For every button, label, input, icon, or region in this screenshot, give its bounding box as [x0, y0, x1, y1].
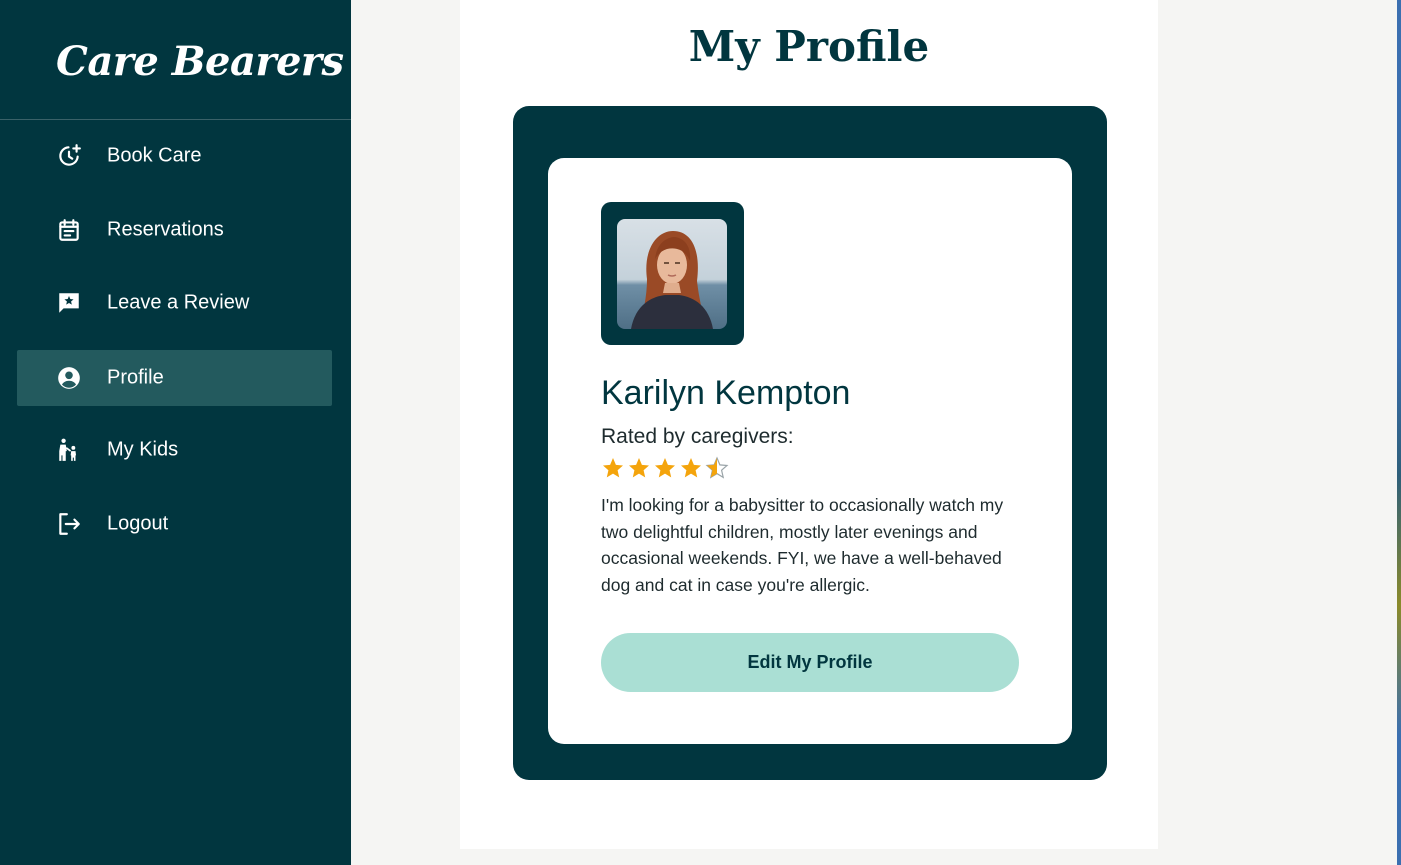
sidebar-divider — [0, 119, 351, 120]
calendar-icon — [56, 217, 82, 243]
profile-bio: I'm looking for a babysitter to occasion… — [601, 495, 1004, 595]
sidebar-item-profile[interactable]: Profile — [17, 350, 332, 406]
star-rating — [601, 456, 729, 480]
logout-icon — [56, 511, 82, 537]
half-star-icon — [705, 456, 729, 480]
star-icon — [627, 456, 651, 480]
sidebar-item-label: Logout — [107, 512, 169, 535]
sidebar-item-label: Book Care — [107, 144, 202, 167]
sidebar: Care Bearers Book Care Reservations Leav… — [0, 0, 351, 865]
star-icon — [653, 456, 677, 480]
avatar — [617, 219, 727, 329]
profile-card-frame: Karilyn Kempton Rated by caregivers: I'm… — [513, 106, 1107, 780]
profile-card: Karilyn Kempton Rated by caregivers: I'm… — [548, 158, 1072, 744]
window-edge — [1397, 0, 1401, 865]
sidebar-item-leave-a-review[interactable]: Leave a Review — [17, 275, 332, 331]
sidebar-item-my-kids[interactable]: My Kids — [17, 422, 332, 478]
main-panel: My Profile Karilyn Kempton Rated by care… — [460, 0, 1158, 849]
review-chat-icon — [56, 290, 82, 316]
sidebar-item-logout[interactable]: Logout — [17, 496, 332, 552]
account-circle-icon — [56, 365, 82, 391]
sidebar-item-reservations[interactable]: Reservations — [17, 202, 332, 258]
brand-logo[interactable]: Care Bearers — [56, 38, 344, 85]
page-title: My Profile — [688, 22, 930, 71]
user-name: Karilyn Kempton — [601, 374, 851, 412]
sidebar-item-label: Leave a Review — [107, 291, 250, 314]
avatar-frame — [601, 202, 744, 345]
parent-child-icon — [56, 437, 82, 463]
clock-plus-icon — [56, 143, 82, 169]
sidebar-item-label: My Kids — [107, 438, 179, 461]
sidebar-item-label: Profile — [107, 366, 164, 389]
star-icon — [601, 456, 625, 480]
star-icon — [679, 456, 703, 480]
edit-profile-button[interactable]: Edit My Profile — [601, 633, 1019, 692]
rating-label: Rated by caregivers: — [601, 425, 794, 448]
sidebar-item-book-care[interactable]: Book Care — [17, 128, 332, 184]
sidebar-item-label: Reservations — [107, 218, 224, 241]
